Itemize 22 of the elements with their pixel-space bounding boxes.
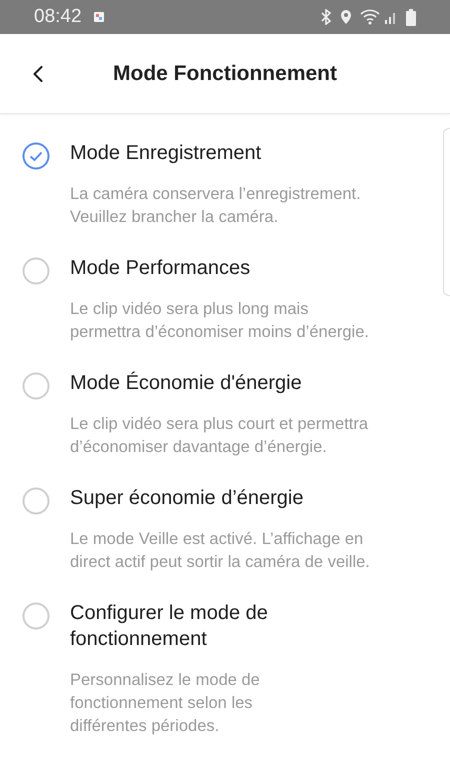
mode-title: Mode Économie d'énergie bbox=[70, 370, 303, 396]
mode-description: Personnalisez le mode de fonctionnement selon les différentes périodes. bbox=[70, 670, 261, 737]
bluetooth-icon bbox=[320, 9, 332, 25]
mode-option[interactable]: Mode Enregistrement La caméra conservera l’enregistrement. Veuillez brancher la caméra. bbox=[0, 140, 450, 255]
mode-option[interactable]: Mode Performances Le clip vidéo sera plus long mais permettra d’économiser moins d’énergie. bbox=[0, 255, 450, 370]
mode-option[interactable]: Configurer le mode de fonctionnement Personnalisez le mode de fonctionnement selon les différentes périodes. bbox=[0, 600, 450, 764]
mode-description: Le clip vidéo sera plus long mais permettra d’économiser moins d’énergie. bbox=[70, 299, 369, 343]
mode-title: Mode Performances bbox=[70, 256, 252, 281]
mode-title: Super économie d’énergie bbox=[70, 486, 304, 511]
battery-icon bbox=[406, 8, 416, 26]
mode-description: Le mode Veille est activé. L’affichage en direct actif peut sortir la caméra de veille. bbox=[70, 529, 370, 573]
app-notification-icon bbox=[94, 12, 104, 22]
wifi-icon bbox=[360, 9, 380, 25]
mode-option[interactable]: Super économie d’énergie Le mode Veille est activé. L’affichage en direct actif peut sortir la caméra de veille. bbox=[0, 485, 450, 600]
mode-title: Configurer le mode de fonctionnement bbox=[70, 601, 268, 652]
mode-title: Mode Enregistrement bbox=[70, 141, 262, 166]
location-icon bbox=[340, 9, 352, 25]
page-title: Mode Fonctionnement bbox=[113, 60, 337, 87]
mode-option[interactable]: Mode Économie d'énergie Le clip vidéo sera plus court et permettra d’économiser davantage d’énergie. bbox=[0, 370, 450, 485]
mode-description: La caméra conservera l’enregistrement. Veuillez brancher la caméra. bbox=[70, 184, 361, 228]
mode-description: Le clip vidéo sera plus court et permettra d’économiser davantage d’énergie. bbox=[70, 414, 368, 458]
status-time: 08:42 bbox=[34, 4, 82, 29]
